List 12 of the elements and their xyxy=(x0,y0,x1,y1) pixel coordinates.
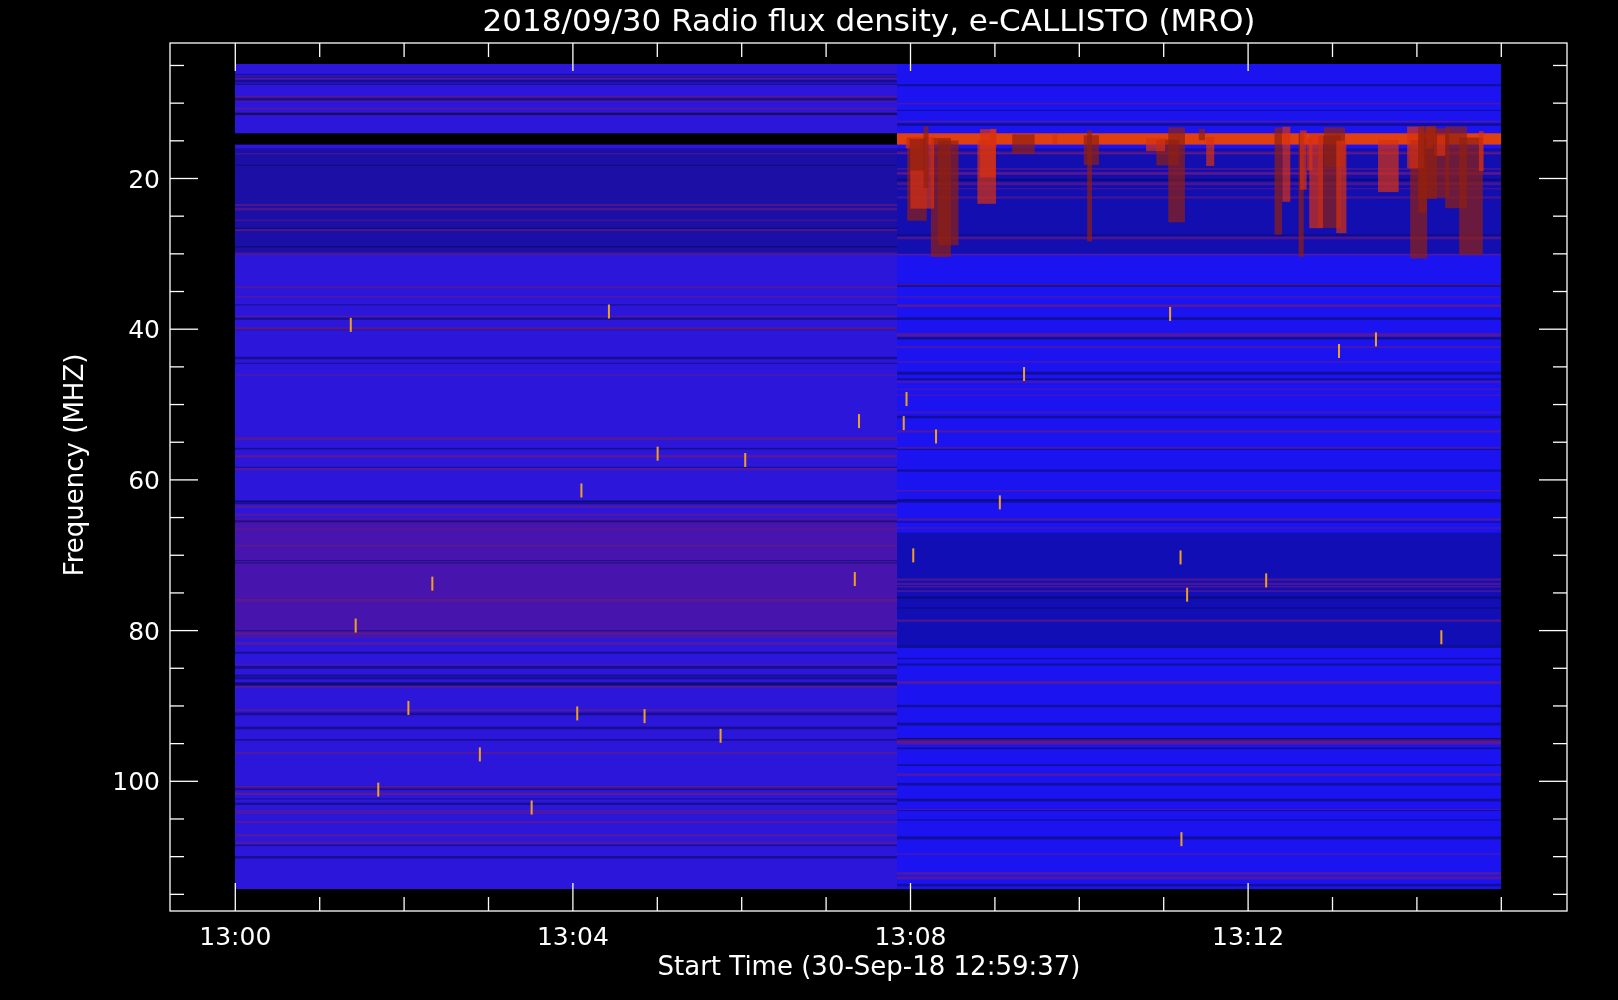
tick-label: 13:04 xyxy=(536,922,609,951)
plot-title: 2018/09/30 Radio flux density, e-CALLISTO (MRO) xyxy=(482,2,1256,38)
tick-label: 13:00 xyxy=(199,922,272,951)
axis-label: Frequency (MHZ) xyxy=(59,353,89,577)
tick-label: 80 xyxy=(128,616,160,646)
tick-label: 40 xyxy=(128,315,160,345)
tick-label: 13:08 xyxy=(874,922,947,951)
axis-label: Start Time (30-Sep-18 12:59:37) xyxy=(657,951,1081,981)
tick-label: 60 xyxy=(128,465,160,495)
tick-label: 13:12 xyxy=(1212,922,1285,951)
tick-label: 20 xyxy=(128,164,160,194)
tick-label: 100 xyxy=(112,767,160,797)
